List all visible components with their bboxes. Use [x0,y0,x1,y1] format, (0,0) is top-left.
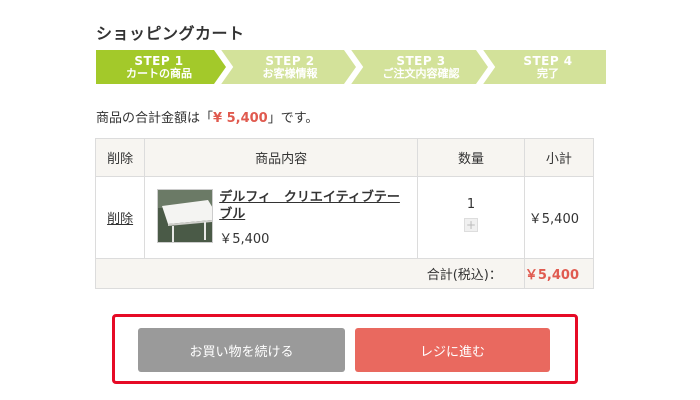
step-1-number: STEP 1 [134,53,184,68]
header-item: 商品内容 [144,138,419,177]
cart-actions-highlight: お買い物を続ける レジに進む [112,314,578,384]
step-1-label: カートの商品 [126,66,192,80]
page-title: ショッピングカート [96,24,245,43]
step-3-number: STEP 3 [396,53,446,68]
step-4-number: STEP 4 [523,53,573,68]
step-4: STEP 4 完了 [490,50,606,84]
cart-total-message: 商品の合計金額は「¥ 5,400」です。 [96,107,318,126]
item-cell: デルフィ クリエイティブテーブル ￥5,400 [144,176,419,259]
continue-shopping-button[interactable]: お買い物を続ける [138,328,345,372]
total-message-prefix: 商品の合計金額は「 [96,111,214,126]
cart-table-header: 削除 商品内容 数量 小計 [94,138,595,177]
total-label: 合計(税込)： [95,258,525,289]
total-message-suffix: 」です。 [267,111,319,126]
step-3: STEP 3 ご注文内容確認 [358,50,484,84]
checkout-steps: STEP 1 カートの商品 STEP 2 お客様情報 STEP 3 ご注文内容確… [96,50,606,84]
step-2: STEP 2 お客様情報 [226,50,354,84]
proceed-to-checkout-button[interactable]: レジに進む [355,328,550,372]
cart-table: 削除 商品内容 数量 小計 削除 デルフィ クリエイティブテーブル ￥5,400… [94,138,595,289]
step-1: STEP 1 カートの商品 [96,50,222,84]
product-thumbnail[interactable] [157,188,214,243]
total-message-amount: ¥ 5,400 [213,111,268,126]
header-delete: 削除 [94,138,146,177]
step-2-label: お客様情報 [262,66,318,80]
total-value: ￥5,400 [523,258,595,289]
step-2-number: STEP 2 [265,53,315,68]
quantity-cell: 1 + [417,176,525,259]
quantity-plus-button[interactable]: + [464,218,479,232]
header-subtotal: 小計 [523,138,595,177]
cart-item-row: 削除 デルフィ クリエイティブテーブル ￥5,400 1 + ￥5,400 [94,176,595,259]
delete-link[interactable]: 削除 [107,212,133,227]
cart-total-row: 合計(税込)： ￥5,400 [95,258,595,289]
quantity-value: 1 [466,197,476,212]
delete-cell: 削除 [94,176,146,259]
header-quantity: 数量 [417,138,525,177]
step-3-label: ご注文内容確認 [382,66,460,80]
subtotal-cell: ￥5,400 [523,176,595,259]
step-4-label: 完了 [537,66,559,80]
product-price: ￥5,400 [219,231,270,247]
product-name-link[interactable]: デルフィ クリエイティブテーブル [219,189,405,223]
